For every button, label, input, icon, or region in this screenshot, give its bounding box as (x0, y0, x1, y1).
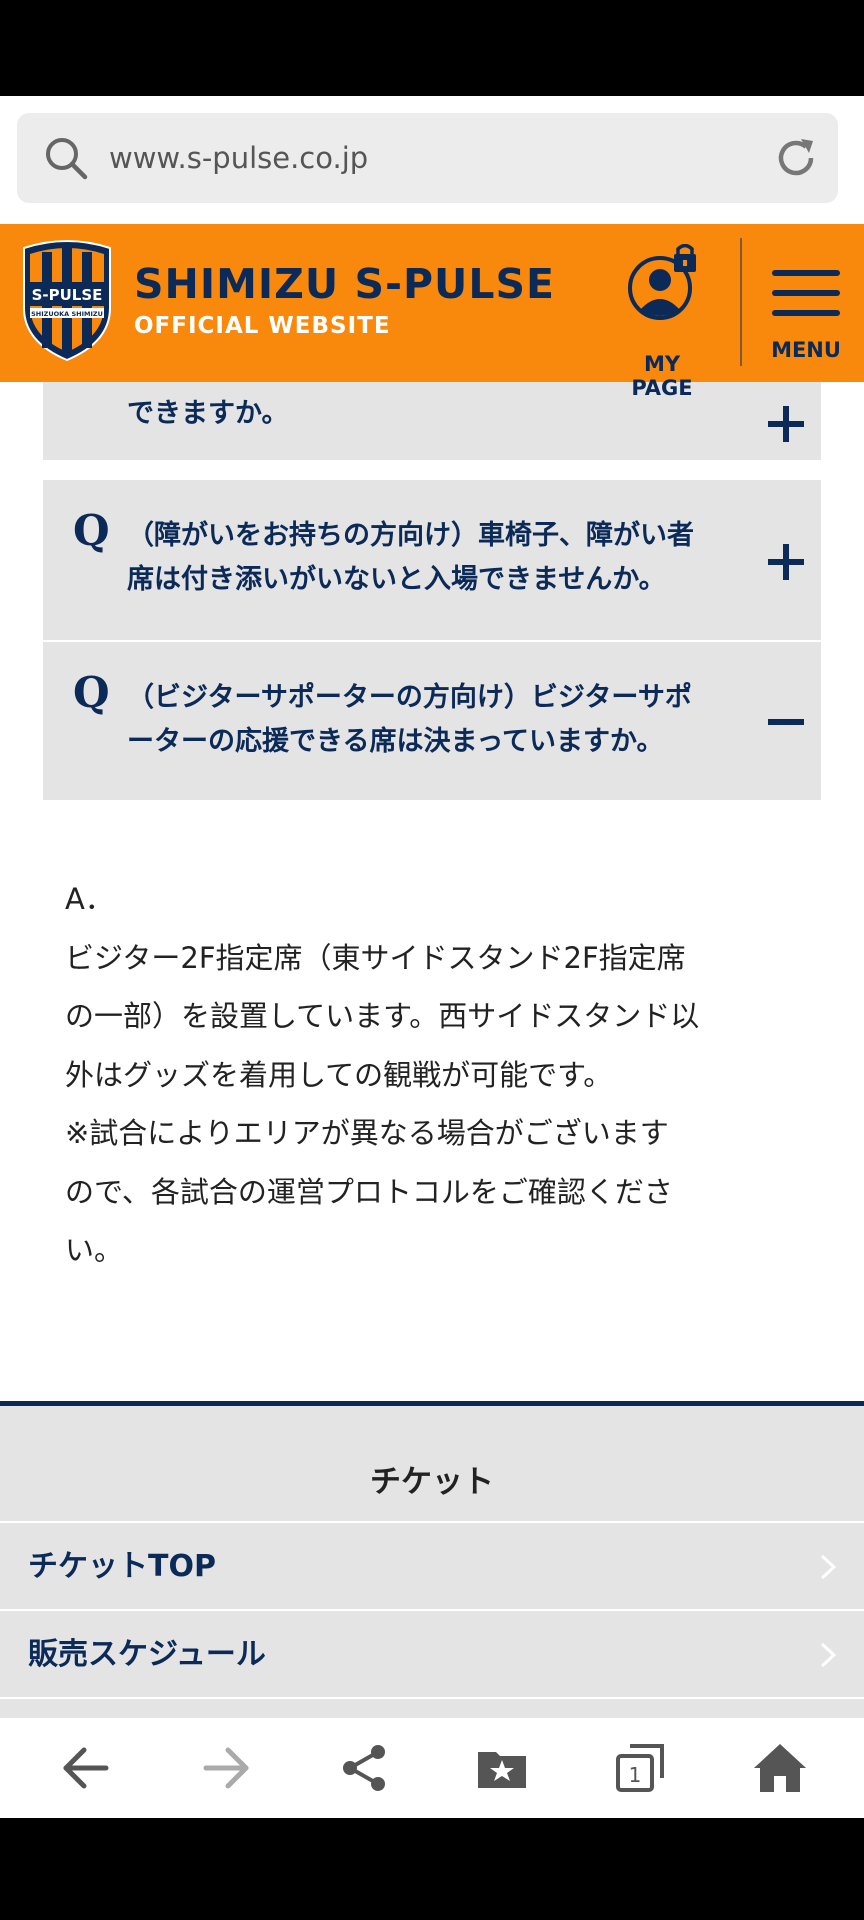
address-bar[interactable]: www.s-pulse.co.jp (17, 113, 838, 203)
faq-answer: A． ビジター2F指定席（東サイドスタンド2F指定席 の一部）を設置しています。… (65, 870, 805, 1280)
faq-question: （障がいをお持ちの方向け）車椅子、障がい者 席は付き添いがいないと入場できません… (127, 520, 694, 595)
footer-nav-item[interactable]: 販売スケジュール (0, 1609, 864, 1697)
answer-line: ので、各試合の運営プロトコルをご確認くださ (65, 1174, 673, 1209)
site-header: S-PULSE SHIZUOKA SHIMIZU SHIMIZU S-PULSE… (0, 224, 864, 400)
bookmarks-icon[interactable] (474, 1740, 530, 1796)
chevron-right-icon (820, 1554, 837, 1580)
footer-nav-ticket: チケット チケットTOP 販売スケジュール (0, 1401, 864, 1719)
share-icon[interactable] (336, 1740, 392, 1796)
plus-icon[interactable] (766, 404, 806, 444)
browser-toolbar: www.s-pulse.co.jp (0, 96, 864, 224)
tabs-icon[interactable]: 1 (612, 1740, 668, 1796)
tab-count: 1 (629, 1763, 642, 1787)
user-lock-icon (628, 244, 696, 320)
menu-label: MENU (771, 338, 841, 362)
url-text[interactable]: www.s-pulse.co.jp (109, 113, 368, 203)
mypage-button[interactable]: MY PAGE (612, 244, 712, 400)
faq-q-mark: Q (73, 506, 110, 555)
reload-icon[interactable] (771, 133, 821, 183)
faq-q-mark: Q (73, 668, 110, 717)
site-subtitle: OFFICIAL WEBSITE (134, 313, 391, 339)
hamburger-icon (772, 270, 840, 316)
crest-text: S-PULSE (32, 286, 103, 304)
answer-line: 外はグッズを着用しての観戦が可能です。 (65, 1057, 613, 1092)
club-logo[interactable]: S-PULSE SHIZUOKA SHIMIZU (18, 238, 116, 362)
menu-button[interactable]: MENU (762, 270, 842, 370)
site-title[interactable]: SHIMIZU S-PULSE (134, 260, 555, 308)
answer-label: A． (65, 882, 114, 916)
footer-nav-item-label: 販売スケジュール (28, 1637, 266, 1672)
minus-icon[interactable] (766, 702, 806, 742)
crest-subtext: SHIZUOKA SHIMIZU (31, 310, 103, 318)
browser-bottom-bar: 1 (0, 1718, 864, 1818)
faq-item-expanded[interactable]: Q （ビジターサポーターの方向け）ビジターサポ ーターの応援できる席は決まってい… (43, 642, 821, 800)
faq-question: （ビジターサポーターの方向け）ビジターサポ ーターの応援できる席は決まっています… (127, 682, 692, 757)
header-divider (740, 238, 742, 366)
answer-line: ※試合によりエリアが異なる場合がございます (65, 1116, 669, 1150)
answer-line: ビジター2F指定席（東サイドスタンド2F指定席 (65, 940, 686, 975)
footer-nav-item-label: チケットTOP (28, 1549, 216, 1584)
system-nav-bar (0, 1818, 864, 1920)
chevron-right-icon (820, 1642, 837, 1668)
back-icon[interactable] (58, 1740, 114, 1796)
status-bar (0, 0, 864, 96)
answer-line: の一部）を設置しています。西サイドスタンド以 (65, 999, 700, 1033)
search-icon (46, 138, 88, 180)
forward-icon[interactable] (198, 1740, 254, 1796)
footer-nav-title: チケット (370, 1464, 494, 1500)
answer-line: い。 (65, 1233, 124, 1267)
faq-item[interactable]: Q （障がいをお持ちの方向け）車椅子、障がい者 席は付き添いがいないと入場できま… (43, 480, 821, 640)
footer-nav-item[interactable]: チケットTOP (0, 1521, 864, 1609)
plus-icon[interactable] (766, 542, 806, 582)
mypage-label: MY PAGE (631, 352, 693, 400)
home-icon[interactable] (752, 1740, 808, 1796)
